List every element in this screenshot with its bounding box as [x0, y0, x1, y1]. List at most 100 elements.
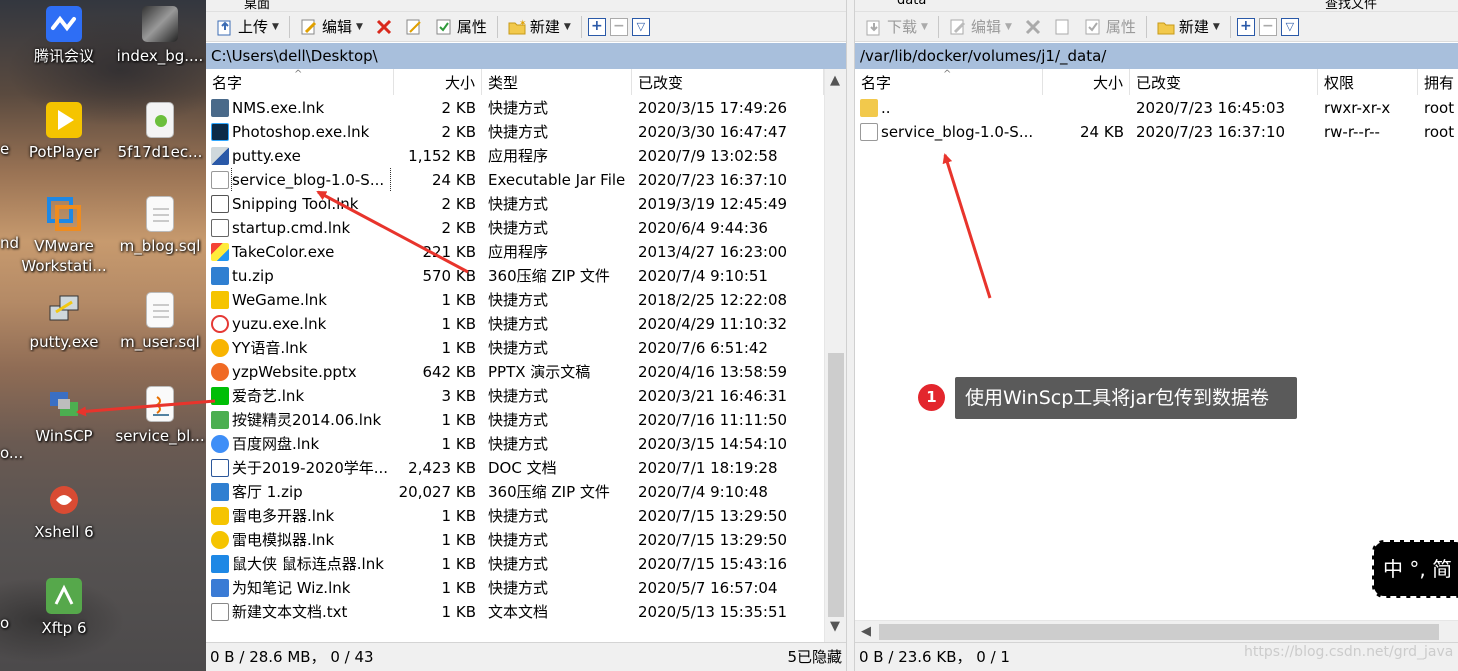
table-row[interactable]: 百度网盘.lnk 1 KB 快捷方式 2020/3/15 14:54:10 — [206, 432, 822, 456]
chevron-down-icon[interactable]: ▼ — [1005, 22, 1012, 32]
table-row[interactable]: 为知笔记 Wiz.lnk 1 KB 快捷方式 2020/5/7 16:57:04 — [206, 576, 822, 600]
scrollbar-thumb[interactable] — [828, 353, 844, 617]
table-row[interactable]: YY语音.lnk 1 KB 快捷方式 2020/7/6 6:51:42 — [206, 336, 822, 360]
table-row[interactable]: .. 2020/7/23 16:45:03 rwxr-xr-x root — [855, 96, 1458, 120]
table-row[interactable]: putty.exe 1,152 KB 应用程序 2020/7/9 13:02:58 — [206, 144, 822, 168]
table-row[interactable]: service_blog-1.0-S... 24 KB 2020/7/23 16:3… — [855, 120, 1458, 144]
table-row[interactable]: 爱奇艺.lnk 3 KB 快捷方式 2020/3/21 16:46:31 — [206, 384, 822, 408]
new-button[interactable]: ✶ 新建 ▼ — [504, 14, 575, 40]
scroll-down-icon[interactable]: ▼ — [830, 619, 840, 634]
file-name-cell[interactable]: startup.cmd.lnk — [206, 216, 394, 240]
table-row[interactable]: 鼠大侠 鼠标连点器.lnk 1 KB 快捷方式 2020/7/15 15:43:16 — [206, 552, 822, 576]
desktop-icon-putty[interactable]: putty.exe — [14, 292, 114, 352]
file-name-cell[interactable]: service_blog-1.0-S... — [855, 120, 1043, 144]
column-header-owner[interactable]: 拥有 — [1418, 69, 1458, 95]
column-header-size[interactable]: 大小 — [394, 69, 482, 95]
file-name-cell[interactable]: 百度网盘.lnk — [206, 432, 394, 456]
column-header-rights[interactable]: 权限 — [1318, 69, 1418, 95]
table-row[interactable]: yuzu.exe.lnk 1 KB 快捷方式 2020/4/29 11:10:32 — [206, 312, 822, 336]
upload-button[interactable]: 上传 ▼ — [212, 14, 283, 40]
left-path-bar[interactable]: C:\Users\dell\Desktop\ — [206, 43, 846, 69]
column-header-type[interactable]: 类型 — [482, 69, 632, 95]
file-name-cell[interactable]: 雷电多开器.lnk — [206, 504, 394, 528]
file-name-cell[interactable]: 雷电模拟器.lnk — [206, 528, 394, 552]
filter-icon[interactable]: ▽ — [631, 17, 650, 36]
table-row[interactable]: service_blog-1.0-S... 24 KB Executable Jar… — [206, 168, 822, 192]
file-name-cell[interactable]: WeGame.lnk — [206, 288, 394, 312]
file-name-cell[interactable]: Snipping Tool.lnk — [206, 192, 394, 216]
table-row[interactable]: yzpWebsite.pptx 642 KB PPTX 演示文稿 2020/4/16 … — [206, 360, 822, 384]
desktop-icon-5f17d1ec[interactable]: 5f17d1ec... — [110, 102, 206, 162]
table-row[interactable]: 客厅 1.zip 20,027 KB 360压缩 ZIP 文件 2020/7/4 9:… — [206, 480, 822, 504]
properties-button[interactable]: 属性 — [1080, 14, 1140, 40]
properties-button[interactable]: 属性 — [431, 14, 491, 40]
file-name-cell[interactable]: NMS.exe.lnk — [206, 96, 394, 120]
desktop-icon-xftp[interactable]: Xftp 6 — [14, 578, 114, 638]
hidden-count-text[interactable]: 5已隐藏 — [787, 643, 842, 671]
table-row[interactable]: 按键精灵2014.06.lnk 1 KB 快捷方式 2020/7/16 11:11:5… — [206, 408, 822, 432]
file-name-cell[interactable]: TakeColor.exe — [206, 240, 394, 264]
desktop-icon-m-blog-sql[interactable]: m_blog.sql — [110, 196, 206, 256]
expand-all-icon[interactable]: + — [1236, 17, 1255, 36]
collapse-all-icon[interactable]: − — [1258, 17, 1277, 36]
chevron-down-icon[interactable]: ▼ — [921, 22, 928, 32]
table-row[interactable]: NMS.exe.lnk 2 KB 快捷方式 2020/3/15 17:49:26 — [206, 96, 822, 120]
file-name-cell[interactable]: putty.exe — [206, 144, 394, 168]
desktop-icon-m-user-sql[interactable]: m_user.sql — [110, 292, 206, 352]
right-tab-label[interactable]: data — [897, 0, 926, 8]
delete-button[interactable] — [371, 14, 397, 40]
file-name-cell[interactable]: 关于2019-2020学年... — [206, 456, 394, 480]
find-files-label[interactable]: 查找文件 — [1325, 0, 1377, 11]
right-horizontal-scrollbar[interactable]: ◀ — [855, 620, 1458, 642]
file-name-cell[interactable]: yuzu.exe.lnk — [206, 312, 394, 336]
file-name-cell[interactable]: YY语音.lnk — [206, 336, 394, 360]
desktop-icon-potplayer[interactable]: PotPlayer — [14, 102, 114, 162]
download-button[interactable]: 下载 ▼ — [861, 14, 932, 40]
file-name-cell[interactable]: tu.zip — [206, 264, 394, 288]
file-name-cell[interactable]: .. — [855, 96, 1043, 120]
rename-button[interactable] — [401, 14, 427, 40]
collapse-all-icon[interactable]: − — [609, 17, 628, 36]
table-row[interactable]: 雷电多开器.lnk 1 KB 快捷方式 2020/7/15 13:29:50 — [206, 504, 822, 528]
table-row[interactable]: startup.cmd.lnk 2 KB 快捷方式 2020/6/4 9:44:36 — [206, 216, 822, 240]
chevron-down-icon[interactable]: ▼ — [356, 22, 363, 32]
file-name-cell[interactable]: 爱奇艺.lnk — [206, 384, 394, 408]
column-header-changed[interactable]: 已改变 — [1130, 69, 1318, 95]
column-header-name[interactable]: ^ 名字 — [855, 69, 1043, 95]
expand-all-icon[interactable]: + — [587, 17, 606, 36]
scroll-left-icon[interactable]: ◀ — [861, 624, 871, 639]
column-header-changed[interactable]: 已改变 — [632, 69, 824, 95]
desktop-icon-tencent-meeting[interactable]: 腾讯会议 — [14, 6, 114, 66]
ime-indicator[interactable]: 中 °, 简 — [1372, 540, 1458, 598]
table-row[interactable]: tu.zip 570 KB 360压缩 ZIP 文件 2020/7/4 9:10:51 — [206, 264, 822, 288]
left-tab-label[interactable]: 桌面 — [244, 0, 270, 11]
column-header-name[interactable]: ^ 名字 — [206, 69, 394, 95]
chevron-down-icon[interactable]: ▼ — [1213, 22, 1220, 32]
left-vertical-scrollbar[interactable]: ▲ ▼ — [824, 69, 846, 642]
right-path-bar[interactable]: /var/lib/docker/volumes/j1/_data/ — [855, 43, 1458, 69]
filter-icon[interactable]: ▽ — [1280, 17, 1299, 36]
file-name-cell[interactable]: 客厅 1.zip — [206, 480, 394, 504]
rename-button[interactable] — [1050, 14, 1076, 40]
delete-button[interactable] — [1020, 14, 1046, 40]
table-row[interactable]: WeGame.lnk 1 KB 快捷方式 2018/2/25 12:22:08 — [206, 288, 822, 312]
table-row[interactable]: TakeColor.exe 221 KB 应用程序 2013/4/27 16:23:0… — [206, 240, 822, 264]
file-name-cell[interactable]: 按键精灵2014.06.lnk — [206, 408, 394, 432]
panel-splitter[interactable] — [846, 0, 855, 671]
desktop-icon-xshell[interactable]: Xshell 6 — [14, 482, 114, 542]
desktop-icon-index-bg[interactable]: index_bg.... — [110, 6, 206, 66]
column-header-size[interactable]: 大小 — [1043, 69, 1130, 95]
table-row[interactable]: Snipping Tool.lnk 2 KB 快捷方式 2019/3/19 12:45… — [206, 192, 822, 216]
new-button[interactable]: 新建 ▼ — [1153, 14, 1224, 40]
file-name-cell[interactable]: service_blog-1.0-S... — [206, 168, 394, 192]
chevron-down-icon[interactable]: ▼ — [272, 22, 279, 32]
table-row[interactable]: 新建文本文档.txt 1 KB 文本文档 2020/5/13 15:35:51 — [206, 600, 822, 624]
table-row[interactable]: Photoshop.exe.lnk 2 KB 快捷方式 2020/3/30 16:47… — [206, 120, 822, 144]
table-row[interactable]: 雷电模拟器.lnk 1 KB 快捷方式 2020/7/15 13:29:50 — [206, 528, 822, 552]
file-name-cell[interactable]: yzpWebsite.pptx — [206, 360, 394, 384]
edit-button[interactable]: 编辑 ▼ — [945, 14, 1016, 40]
desktop-icon-vmware[interactable]: VMware Workstati... — [14, 196, 114, 276]
chevron-down-icon[interactable]: ▼ — [564, 22, 571, 32]
scroll-up-icon[interactable]: ▲ — [830, 73, 840, 88]
file-name-cell[interactable]: 为知笔记 Wiz.lnk — [206, 576, 394, 600]
